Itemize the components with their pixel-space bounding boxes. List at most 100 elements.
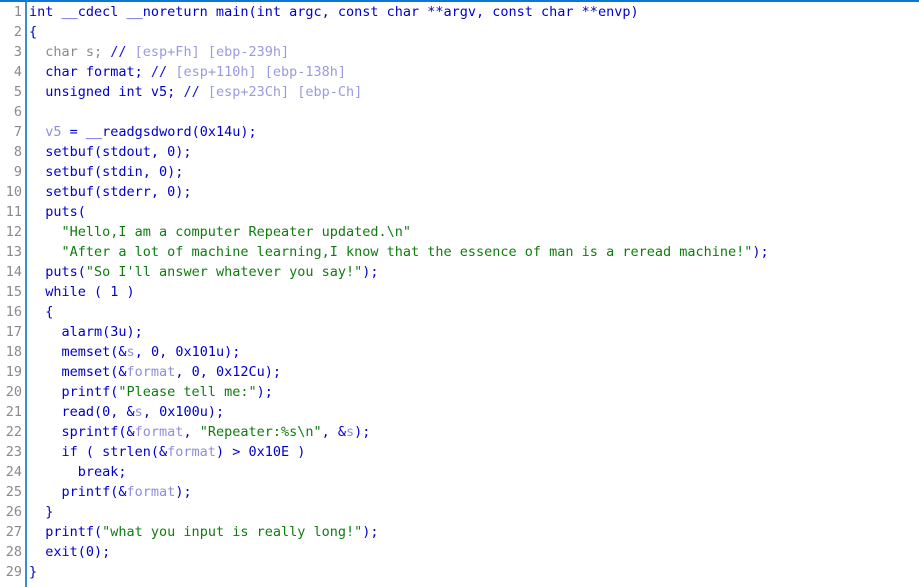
- code-line[interactable]: 29}: [0, 562, 919, 582]
- code-line-content[interactable]: printf(&format);: [25, 482, 919, 502]
- line-number: 5: [13, 84, 22, 100]
- code-token: exit(0);: [29, 544, 111, 560]
- code-line[interactable]: 23 if ( strlen(&format) > 0x10E ): [0, 442, 919, 462]
- code-token: "Repeater:%s\n": [199, 424, 322, 440]
- line-number: 9: [13, 164, 22, 180]
- code-token: }: [29, 564, 38, 580]
- line-number: 6: [13, 104, 22, 120]
- code-line-content[interactable]: setbuf(stderr, 0);: [25, 182, 919, 202]
- code-token: [esp+Fh] [ebp-239h]: [134, 44, 290, 60]
- code-line[interactable]: 13 "After a lot of machine learning,I kn…: [0, 242, 919, 262]
- code-line-content[interactable]: exit(0);: [25, 542, 919, 562]
- code-line[interactable]: 6: [0, 102, 919, 122]
- code-line-content[interactable]: puts("So I'll answer whatever you say!")…: [25, 262, 919, 282]
- code-line[interactable]: 21 read(0, &s, 0x100u);: [0, 402, 919, 422]
- code-token: int __cdecl __noreturn main(int argc, co…: [29, 4, 639, 20]
- code-line-content[interactable]: read(0, &s, 0x100u);: [25, 402, 919, 422]
- code-line[interactable]: 26 }: [0, 502, 919, 522]
- code-token: , 0, 0x12Cu);: [175, 364, 281, 380]
- line-number: 29: [5, 564, 22, 580]
- code-line-content[interactable]: sprintf(&format, "Repeater:%s\n", &s);: [25, 422, 919, 442]
- code-line-content[interactable]: memset(&format, 0, 0x12Cu);: [25, 362, 919, 382]
- line-number: 12: [5, 224, 22, 240]
- code-line[interactable]: 9 setbuf(stdin, 0);: [0, 162, 919, 182]
- code-line[interactable]: 28 exit(0);: [0, 542, 919, 562]
- code-line-content[interactable]: "Hello,I am a computer Repeater updated.…: [25, 222, 919, 242]
- code-token: format: [126, 484, 176, 500]
- code-token: printf(: [29, 384, 119, 400]
- code-line-content[interactable]: "After a lot of machine learning,I know …: [25, 242, 919, 262]
- code-line[interactable]: 17 alarm(3u);: [0, 322, 919, 342]
- code-line-content[interactable]: puts(: [25, 202, 919, 222]
- code-line[interactable]: 4 char format; // [esp+110h] [ebp-138h]: [0, 62, 919, 82]
- code-token: = __readgsdword(0x14u);: [61, 124, 257, 140]
- code-line-content[interactable]: int __cdecl __noreturn main(int argc, co…: [25, 2, 919, 22]
- code-line[interactable]: 11 puts(: [0, 202, 919, 222]
- code-line[interactable]: 19 memset(&format, 0, 0x12Cu);: [0, 362, 919, 382]
- code-line[interactable]: 7 v5 = __readgsdword(0x14u);: [0, 122, 919, 142]
- code-line[interactable]: 18 memset(&s, 0, 0x101u);: [0, 342, 919, 362]
- code-token: ) > 0x10E ): [215, 444, 306, 460]
- code-token: alarm(3u);: [29, 324, 143, 340]
- code-line[interactable]: 1 int __cdecl __noreturn main(int argc, c…: [0, 2, 919, 22]
- code-line-content[interactable]: char s; // [esp+Fh] [ebp-239h]: [25, 42, 919, 62]
- code-line-content[interactable]: break;: [25, 462, 919, 482]
- code-line[interactable]: 2{: [0, 22, 919, 42]
- code-line-content[interactable]: if ( strlen(&format) > 0x10E ): [25, 442, 919, 462]
- code-line[interactable]: 16 {: [0, 302, 919, 322]
- code-line[interactable]: 5 unsigned int v5; // [esp+23Ch] [ebp-Ch…: [0, 82, 919, 102]
- code-line[interactable]: 14 puts("So I'll answer whatever you say…: [0, 262, 919, 282]
- code-line[interactable]: 15 while ( 1 ): [0, 282, 919, 302]
- code-line-content[interactable]: }: [25, 502, 919, 522]
- pseudocode-decompiler-view[interactable]: 1 int __cdecl __noreturn main(int argc, c…: [0, 0, 919, 587]
- code-line-content[interactable]: char format; // [esp+110h] [ebp-138h]: [25, 62, 919, 82]
- code-token: memset(&: [29, 364, 127, 380]
- code-line-list[interactable]: 1 int __cdecl __noreturn main(int argc, c…: [0, 2, 919, 582]
- code-line-content[interactable]: v5 = __readgsdword(0x14u);: [25, 122, 919, 142]
- code-line[interactable]: 8 setbuf(stdout, 0);: [0, 142, 919, 162]
- code-area[interactable]: 1 int __cdecl __noreturn main(int argc, c…: [0, 2, 919, 587]
- code-line-content[interactable]: setbuf(stdout, 0);: [25, 142, 919, 162]
- code-line-content[interactable]: {: [25, 302, 919, 322]
- code-line[interactable]: 25 printf(&format);: [0, 482, 919, 502]
- line-number: 16: [5, 304, 22, 320]
- code-line[interactable]: 27 printf("what you input is really long…: [0, 522, 919, 542]
- code-line-content[interactable]: }: [25, 562, 919, 582]
- line-number: 25: [5, 484, 22, 500]
- code-line-content[interactable]: printf("Please tell me:");: [25, 382, 919, 402]
- line-number: 1: [13, 4, 22, 20]
- code-line-content[interactable]: while ( 1 ): [25, 282, 919, 302]
- code-line-content[interactable]: {: [25, 22, 919, 42]
- code-line-content[interactable]: memset(&s, 0, 0x101u);: [25, 342, 919, 362]
- code-line[interactable]: 12 "Hello,I am a computer Repeater updat…: [0, 222, 919, 242]
- code-line[interactable]: 3 char s; // [esp+Fh] [ebp-239h]: [0, 42, 919, 62]
- line-number: 24: [5, 464, 22, 480]
- line-number: 2: [13, 24, 22, 40]
- code-line-content[interactable]: unsigned int v5; // [esp+23Ch] [ebp-Ch]: [25, 82, 919, 102]
- line-number: 15: [5, 284, 22, 300]
- line-number: 28: [5, 544, 22, 560]
- code-line-content[interactable]: alarm(3u);: [25, 322, 919, 342]
- line-number: 21: [5, 404, 22, 420]
- code-token: format: [126, 364, 176, 380]
- line-number: 19: [5, 364, 22, 380]
- code-line-content[interactable]: setbuf(stdin, 0);: [25, 162, 919, 182]
- code-line[interactable]: 20 printf("Please tell me:");: [0, 382, 919, 402]
- gutter-divider: [25, 2, 27, 587]
- code-token: s: [126, 344, 135, 360]
- code-token: char s;: [29, 44, 111, 60]
- code-line[interactable]: 10 setbuf(stderr, 0);: [0, 182, 919, 202]
- code-token: }: [29, 504, 54, 520]
- code-token: );: [256, 384, 273, 400]
- code-token: puts(: [29, 204, 86, 220]
- code-token: );: [175, 484, 192, 500]
- code-line[interactable]: 22 sprintf(&format, "Repeater:%s\n", &s)…: [0, 422, 919, 442]
- code-token: //: [110, 44, 135, 60]
- code-token: , 0x100u);: [142, 404, 225, 420]
- code-token: );: [362, 264, 379, 280]
- code-line[interactable]: 24 break;: [0, 462, 919, 482]
- line-number: 13: [5, 244, 22, 260]
- code-token: [esp+110h] [ebp-138h]: [175, 64, 346, 80]
- code-line-content[interactable]: printf("what you input is really long!")…: [25, 522, 919, 542]
